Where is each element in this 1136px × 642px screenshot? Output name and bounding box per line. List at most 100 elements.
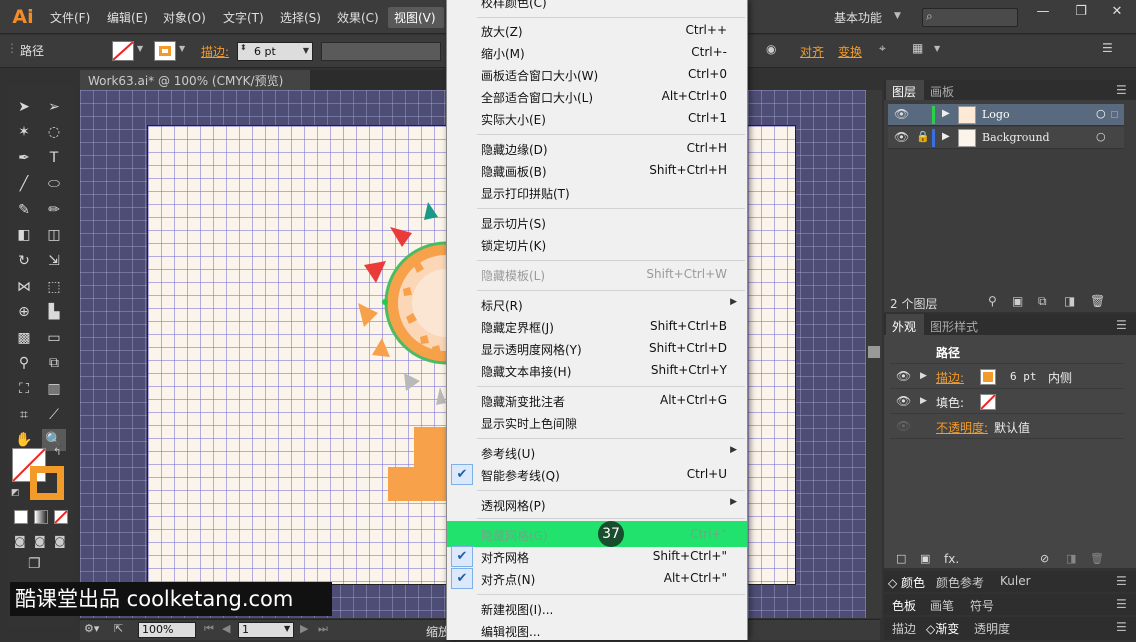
stroke-weight-field[interactable]: ⬍ 6 pt ▼ [237,42,313,61]
stroke-label[interactable]: 描边: [201,43,229,60]
chevron-down-icon[interactable]: ▼ [894,11,901,21]
draw-behind-icon[interactable]: ◙ [34,534,46,548]
add-stroke-icon[interactable]: □ [896,552,906,565]
swap-colors-icon[interactable]: ↰ [53,447,61,458]
blend-tool-icon[interactable]: ⧉ [42,352,66,374]
menu-item-show-live-paint-gaps[interactable]: 显示实时上色间隙 [447,412,747,434]
search-input[interactable] [922,8,1018,27]
stroke-attr-label[interactable]: 描边: [936,369,964,386]
gradient-mode-icon[interactable] [34,510,48,524]
maximize-button[interactable]: ❐ [1068,4,1094,19]
selection-tool-icon[interactable]: ➤ [12,96,36,118]
stroke-color-box[interactable] [30,466,64,500]
recolor-icon[interactable]: ◉ [766,42,776,56]
artboard-tool-icon[interactable]: ⌗ [12,404,36,426]
delete-item-icon[interactable]: 🗑 [1090,552,1104,565]
slice-tool-icon[interactable]: ⟋ [42,404,66,426]
menu-item-guides[interactable]: 参考线(U) ▶ [447,442,747,464]
clear-appearance-icon[interactable]: ⊘ [1040,552,1049,565]
menu-item-new-view[interactable]: 新建视图(I)... [447,598,747,620]
target-icon[interactable]: ○ [1096,107,1106,120]
chevron-down-icon[interactable]: ▼ [284,624,290,633]
gradient-tool-icon[interactable]: ▭ [42,327,66,349]
eye-icon[interactable]: 👁 [894,130,909,144]
stroke-swatch[interactable] [980,369,996,385]
locate-object-icon[interactable]: ⚲ [988,294,997,308]
tab-layers-label[interactable]: 图层 [892,83,916,100]
vertical-scrollbar[interactable] [866,90,882,618]
menu-item-zoom-out[interactable]: 缩小(M) Ctrl+- [447,42,747,64]
lock-icon[interactable]: 🔒 [916,130,930,143]
eye-icon[interactable]: 👁 [894,107,909,121]
selection-indicator[interactable] [1111,111,1118,118]
target-icon[interactable]: ○ [1096,130,1106,143]
panel-menu-icon[interactable]: ☰ [1116,83,1127,97]
panel-menu-icon[interactable]: ☰ [1116,318,1127,332]
line-tool-icon[interactable]: ╱ [12,173,36,195]
menu-object[interactable]: 对象(O) [163,9,206,26]
menu-item-edit-views[interactable]: 编辑视图... [447,620,747,642]
menu-item-show-slices[interactable]: 显示切片(S) [447,212,747,234]
layer-name[interactable]: Logo [982,108,1010,121]
first-artboard-icon[interactable]: ⏮ [204,622,214,636]
menu-item-hide-text-threads[interactable]: 隐藏文本串接(H) Shift+Ctrl+Y [447,360,747,382]
appearance-opacity-row[interactable]: 👁 不透明度: 默认值 [890,415,1124,439]
chevron-down-icon[interactable]: ▼ [179,44,185,53]
width-tool-icon[interactable]: ⋈ [12,276,36,298]
color-mode-icon[interactable] [14,510,28,524]
eye-icon[interactable]: 👁 [896,369,911,383]
perspective-grid-tool-icon[interactable]: ▙ [42,301,66,323]
layer-row-background[interactable]: 👁 🔒 ▶ Background ○ [888,127,1124,149]
chevron-down-icon[interactable]: ▼ [137,44,143,53]
scale-tool-icon[interactable]: ⇲ [42,250,66,272]
tab-stroke[interactable]: 描边 [892,620,916,637]
export-icon[interactable]: ⇱ [114,622,123,635]
stroke-swatch[interactable] [154,41,176,61]
ellipse-tool-icon[interactable]: ⬭ [42,173,66,195]
tab-color-guide[interactable]: 颜色参考 [936,574,984,591]
chevron-down-icon[interactable]: ▼ [184,624,190,633]
menu-item-hide-edges[interactable]: 隐藏边缘(D) Ctrl+H [447,138,747,160]
menu-item-fit-artboard[interactable]: 画板适合窗口大小(W) Ctrl+0 [447,64,747,86]
eye-icon[interactable]: 👁 [896,419,911,433]
default-colors-icon[interactable]: ◩ [11,488,20,498]
panel-menu-icon[interactable]: ☰ [1102,41,1113,55]
paintbrush-tool-icon[interactable]: ✎ [12,199,36,221]
menu-item-snap-to-grid[interactable]: ✔ 对齐网格 Shift+Ctrl+" [447,546,747,568]
menu-item-rulers[interactable]: 标尺(R) ▶ [447,294,747,316]
layer-name[interactable]: Background [982,131,1050,144]
menu-item-proof-colors[interactable]: 校样颜色(C) [447,0,747,13]
eraser-tool-icon[interactable]: ◫ [42,224,66,246]
menu-item-hide-bounding-box[interactable]: 隐藏定界框(J) Shift+Ctrl+B [447,316,747,338]
menu-edit[interactable]: 编辑(E) [107,9,148,26]
add-effect-icon[interactable]: fx. [944,552,959,566]
menu-item-perspective-grid[interactable]: 透视网格(P) ▶ [447,494,747,516]
expand-arrow-icon[interactable]: ▶ [942,108,950,119]
menu-view[interactable]: 视图(V) [388,7,444,28]
artboard-right-part[interactable] [748,125,796,585]
screen-mode-icon[interactable]: ❐ [28,556,41,572]
pencil-tool-icon[interactable]: ✏ [42,199,66,221]
magic-wand-tool-icon[interactable]: ✶ [12,121,36,143]
scroll-thumb[interactable] [868,346,880,358]
stepper-icon[interactable]: ⬍ [240,43,247,52]
column-graph-tool-icon[interactable]: ▥ [42,378,66,400]
last-artboard-icon[interactable]: ⏭ [318,622,328,636]
transform-link[interactable]: 变换 [838,43,862,60]
tab-color[interactable]: ◇ 颜色 [888,574,925,591]
arrange-icon[interactable]: ▦ [912,41,923,55]
lasso-tool-icon[interactable]: ◌ [42,121,66,143]
fill-attr-label[interactable]: 填色: [936,394,964,411]
stroke-weight-value[interactable]: 6 pt [254,45,276,58]
status-icons[interactable]: ⚙▾ [84,622,99,635]
draw-inside-icon[interactable]: ◙ [54,534,66,548]
expand-arrow-icon[interactable]: ▶ [920,371,927,381]
symbol-sprayer-tool-icon[interactable]: ⛶ [12,378,36,400]
tab-swatches[interactable]: 色板 [892,597,916,614]
layer-row-logo[interactable]: 👁 ▶ Logo ○ [888,104,1124,126]
chevron-down-icon[interactable]: ▼ [303,46,309,55]
isolate-icon[interactable]: ⌖ [879,41,886,56]
eye-icon[interactable]: 👁 [896,394,911,408]
delete-layer-icon[interactable]: 🗑 [1090,294,1105,308]
menu-item-actual-size[interactable]: 实际大小(E) Ctrl+1 [447,108,747,130]
